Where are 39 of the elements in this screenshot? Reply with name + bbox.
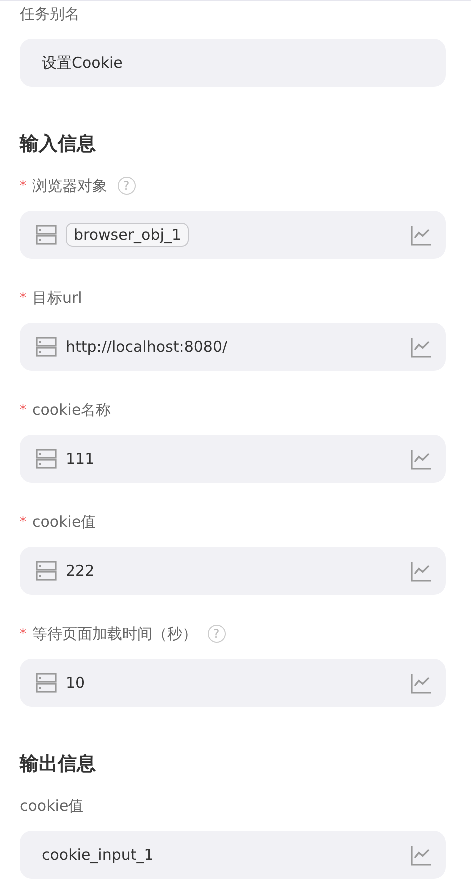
input-field[interactable]: 10 — [20, 659, 446, 707]
chart-icon[interactable] — [411, 224, 432, 246]
field-label: 浏览器对象 — [32, 176, 108, 196]
section-heading: 输入信息 — [20, 132, 97, 157]
input-field[interactable]: cookie_input_1 — [20, 831, 446, 879]
variable-icon — [36, 225, 57, 245]
field-label: cookie名称 — [32, 400, 112, 420]
variable-icon — [36, 337, 57, 357]
input-field[interactable]: browser_obj_1 — [20, 211, 446, 259]
chart-icon[interactable] — [411, 448, 432, 470]
required-mark: * — [20, 290, 26, 306]
chart-icon[interactable] — [411, 672, 432, 694]
input-field[interactable]: 222 — [20, 547, 446, 595]
variable-tag: browser_obj_1 — [66, 223, 190, 247]
field-label: cookie值 — [32, 512, 96, 532]
input-field[interactable]: http://localhost:8080/ — [20, 323, 446, 371]
chart-icon[interactable] — [411, 560, 432, 582]
field-value: 设置Cookie — [42, 54, 123, 72]
required-mark: * — [20, 402, 26, 418]
chart-icon[interactable] — [411, 336, 432, 358]
field-label: 目标url — [32, 288, 82, 308]
variable-icon — [36, 561, 57, 581]
input-field[interactable]: 111 — [20, 435, 446, 483]
variable-icon — [36, 673, 57, 693]
field-value: 222 — [66, 562, 95, 580]
required-mark: * — [20, 178, 26, 194]
variable-icon — [36, 449, 57, 469]
required-mark: * — [20, 514, 26, 530]
field-value: 111 — [66, 450, 95, 468]
field-value: 10 — [66, 674, 86, 692]
chart-icon[interactable] — [411, 844, 432, 866]
field-label: 任务别名 — [20, 4, 80, 24]
field-value: http://localhost:8080/ — [66, 338, 228, 356]
field-label: 等待页面加载时间（秒） — [32, 624, 198, 644]
required-mark: * — [20, 626, 26, 642]
field-value: cookie_input_1 — [42, 846, 154, 864]
section-heading: 输出信息 — [20, 752, 97, 777]
field-label: cookie值 — [20, 796, 84, 816]
input-field[interactable]: 设置Cookie — [20, 39, 446, 87]
